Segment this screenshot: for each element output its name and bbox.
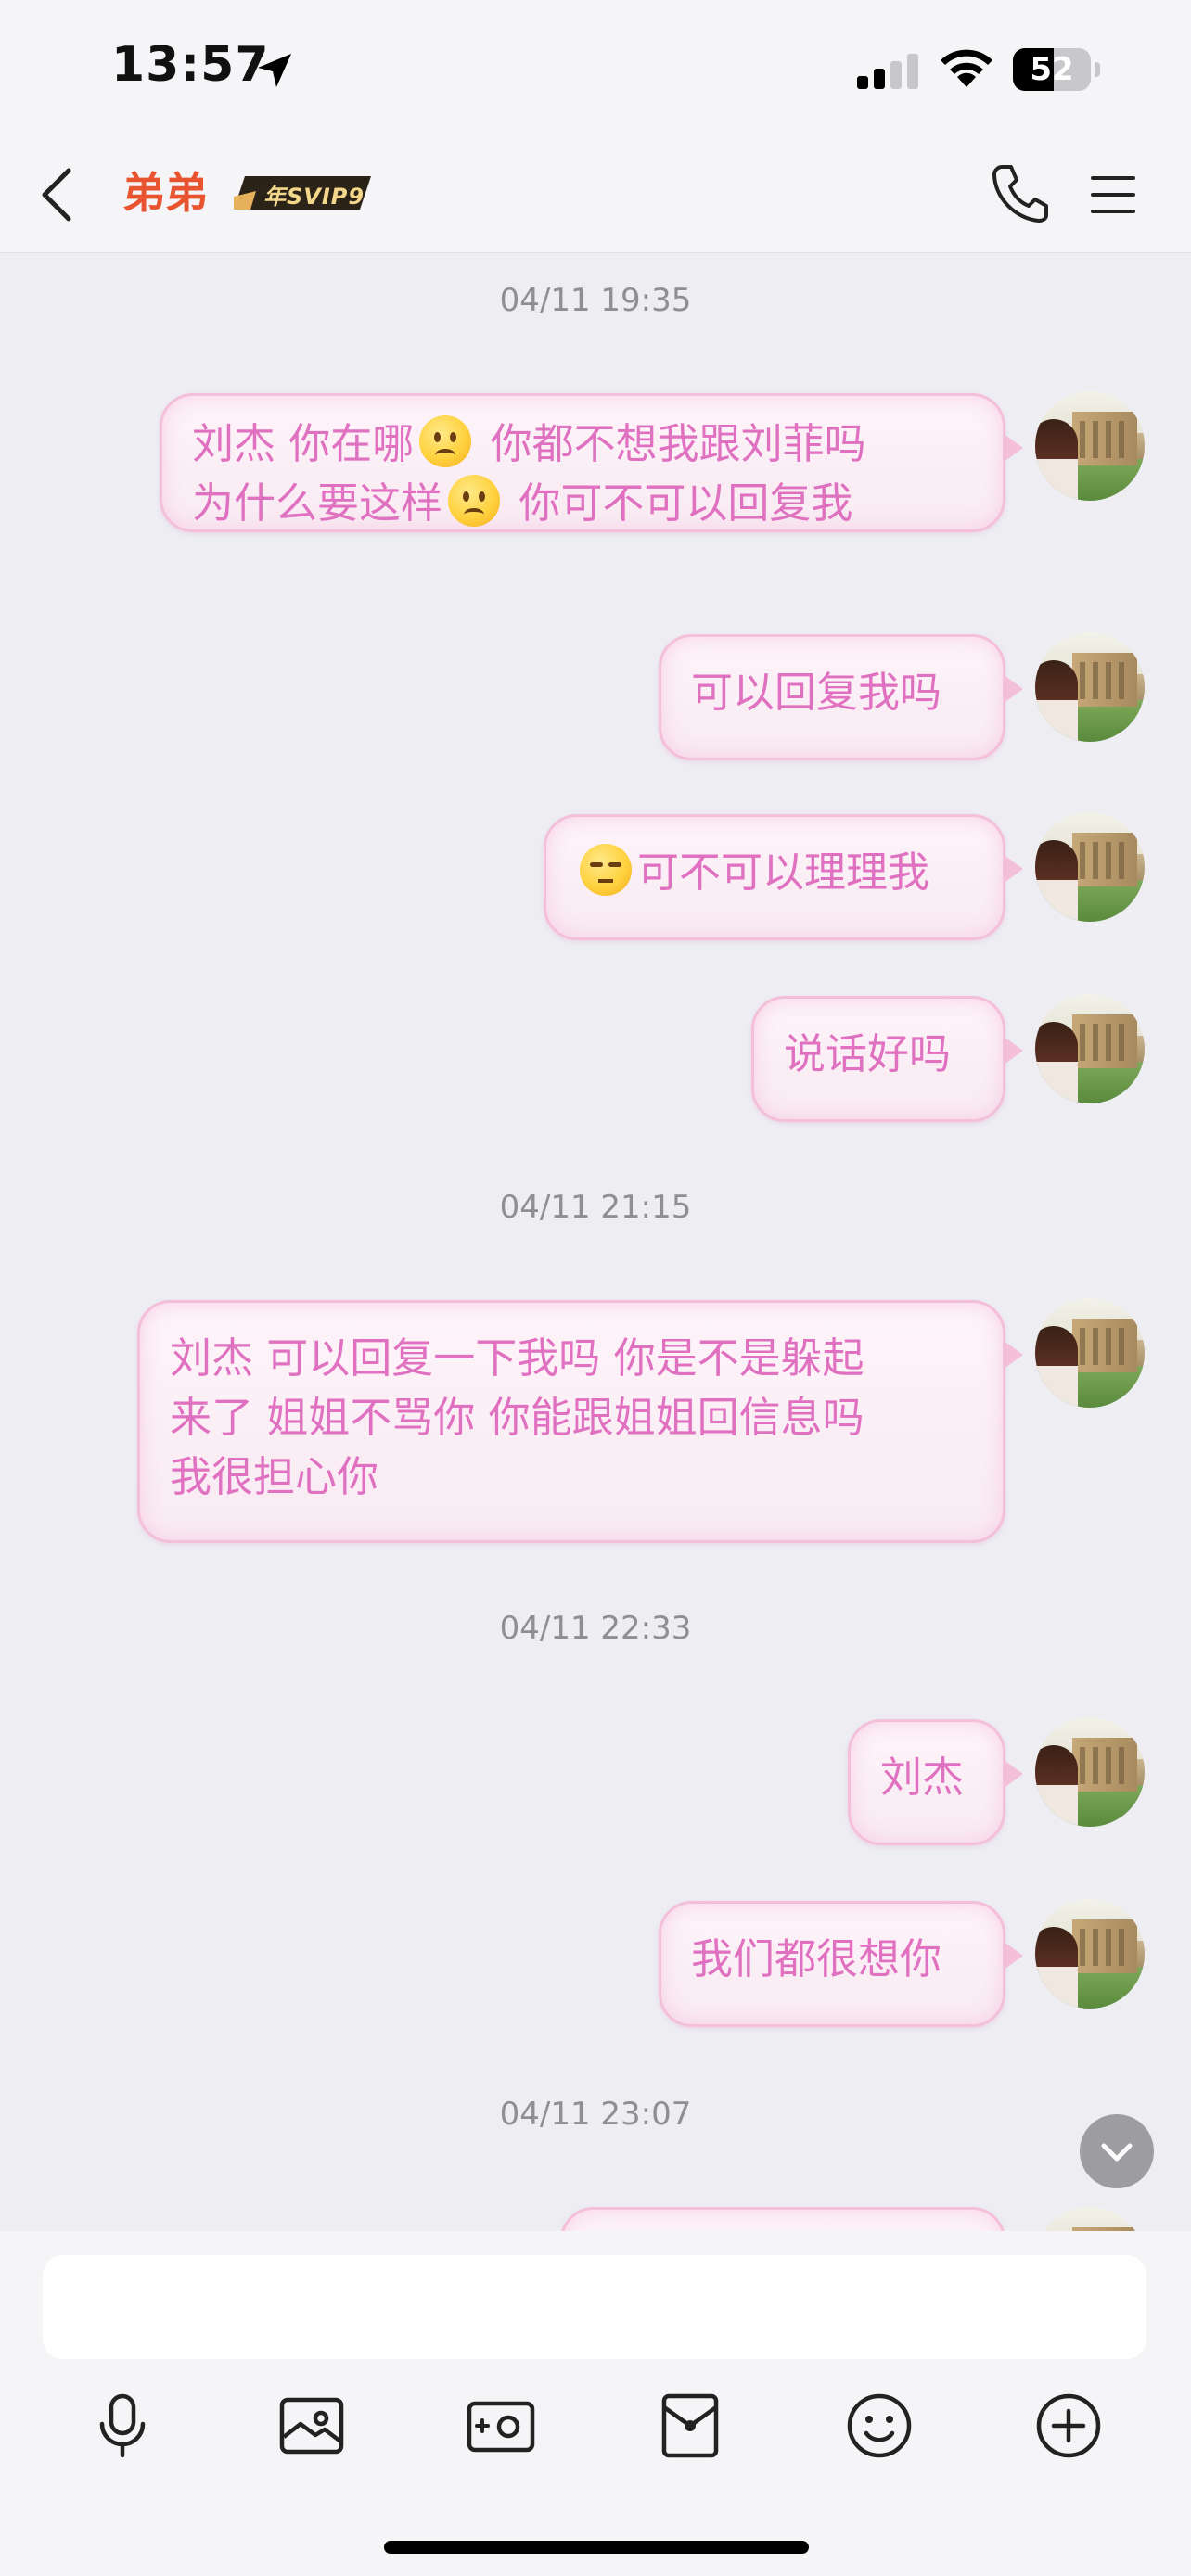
message-text: 你可不可以回复我 xyxy=(506,478,853,528)
home-indicator[interactable] xyxy=(384,2541,809,2554)
unamused-face-icon xyxy=(580,844,632,896)
composer xyxy=(0,2231,1191,2576)
red-packet-icon[interactable] xyxy=(653,2389,727,2463)
contact-name[interactable]: 弟弟 xyxy=(122,159,208,226)
vip-badge-text: 年SVIP9 xyxy=(263,184,365,210)
slightly-frowning-face-icon xyxy=(419,415,472,467)
emoji-icon[interactable] xyxy=(842,2389,916,2463)
chat-header: 弟弟 年SVIP9 xyxy=(0,139,1191,253)
camera-icon[interactable] xyxy=(464,2389,538,2463)
message-text: 刘杰 xyxy=(880,1753,965,1802)
slightly-frowning-face-icon xyxy=(448,475,501,527)
message-input[interactable] xyxy=(43,2255,1146,2359)
battery-indicator: 52 xyxy=(1013,48,1102,91)
message-bubble-partial[interactable] xyxy=(560,2207,1005,2231)
avatar[interactable] xyxy=(1035,994,1145,1103)
avatar[interactable] xyxy=(1035,812,1145,922)
avatar[interactable] xyxy=(1035,1717,1145,1827)
message-text: 刘杰 可以回复一下我吗 你是不是躲起 来了 姐姐不骂你 你能跟姐姐回信息吗 我很… xyxy=(170,1333,864,1501)
message-bubble[interactable]: 刘杰 可以回复一下我吗 你是不是躲起 来了 姐姐不骂你 你能跟姐姐回信息吗 我很… xyxy=(137,1300,1023,1543)
message-bubble[interactable]: 刘杰 你在哪 你都不想我跟刘菲吗 为什么要这样 你可不可以回复我 xyxy=(160,393,1023,532)
menu-icon[interactable] xyxy=(1087,171,1139,219)
avatar[interactable] xyxy=(1035,1899,1145,2009)
battery-level: 52 xyxy=(1030,51,1074,88)
message-text: 可以回复我吗 xyxy=(691,668,942,717)
status-bar: 13:57 52 xyxy=(0,0,1191,139)
message-timestamp: 04/11 19:35 xyxy=(499,282,692,319)
avatar[interactable] xyxy=(1035,1298,1145,1408)
microphone-icon[interactable] xyxy=(85,2389,160,2463)
message-bubble[interactable]: 说话好吗 xyxy=(751,996,1023,1122)
avatar[interactable] xyxy=(1035,2207,1145,2231)
message-bubble[interactable]: 我们都很想你 xyxy=(659,1901,1023,2027)
message-text: 我们都很想你 xyxy=(691,1934,942,1983)
cellular-signal-icon xyxy=(857,54,918,89)
avatar[interactable] xyxy=(1035,391,1145,501)
vip-badge[interactable]: 年SVIP9 xyxy=(232,172,373,213)
scroll-to-bottom-button[interactable] xyxy=(1080,2114,1154,2188)
message-timestamp: 04/11 22:33 xyxy=(499,1610,692,1647)
location-arrow-icon xyxy=(258,54,291,87)
message-bubble[interactable]: 可以回复我吗 xyxy=(659,634,1023,760)
message-timestamp: 04/11 23:07 xyxy=(499,2096,692,2133)
chevron-left-icon[interactable] xyxy=(35,165,82,224)
avatar[interactable] xyxy=(1035,632,1145,742)
message-text: 可不可以理理我 xyxy=(637,848,930,897)
message-text: 刘杰 你在哪 xyxy=(192,419,415,468)
chevron-down-icon xyxy=(1101,2143,1133,2162)
message-bubble[interactable]: 可不可以理理我 xyxy=(544,814,1023,940)
message-text: 说话好吗 xyxy=(784,1029,952,1078)
wifi-icon xyxy=(941,49,992,87)
image-icon[interactable] xyxy=(275,2389,349,2463)
chat-history[interactable]: 04/11 19:35 刘杰 你在哪 你都不想我跟刘菲吗 为什么要这样 你可不可… xyxy=(0,252,1191,2231)
message-timestamp: 04/11 21:15 xyxy=(499,1189,692,1226)
message-bubble[interactable]: 刘杰 xyxy=(848,1719,1023,1845)
phone-icon[interactable] xyxy=(989,161,1050,226)
status-time: 13:57 xyxy=(111,37,270,93)
plus-circle-icon[interactable] xyxy=(1031,2389,1106,2463)
